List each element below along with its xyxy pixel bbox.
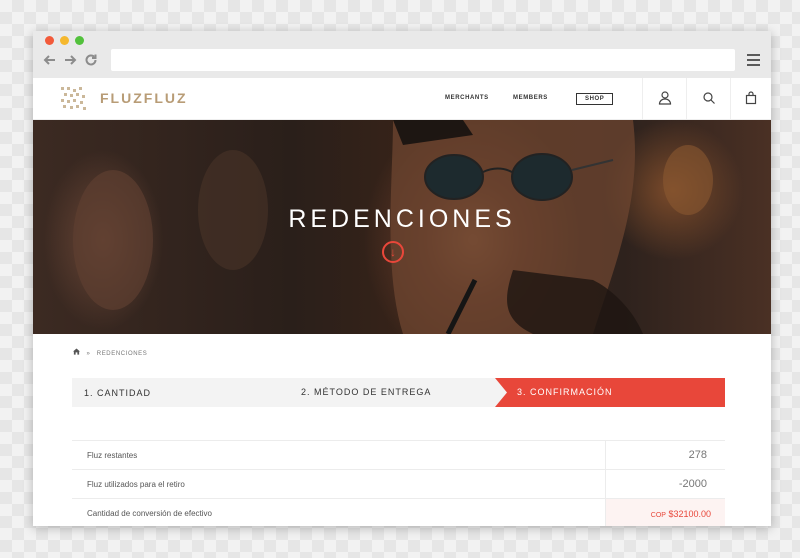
site-header: FLUZFLUZ MERCHANTS MEMBERS SHOP: [33, 78, 771, 120]
arrow-down-circle-icon[interactable]: ↓: [382, 241, 404, 263]
row-label: Fluz utilizados para el retiro: [87, 480, 185, 489]
user-icon[interactable]: [657, 90, 673, 106]
table-row: Fluz utilizados para el retiro -2000: [72, 469, 725, 498]
logo-icon[interactable]: [61, 87, 87, 112]
nav-shop-button[interactable]: SHOP: [576, 93, 614, 105]
header-divider: [642, 78, 643, 120]
hero-banner: REDENCIONES ↓: [33, 120, 771, 334]
nav-merchants-link[interactable]: MERCHANTS: [445, 95, 489, 101]
checkout-steps: 1. CANTIDAD 2. MÉTODO DE ENTREGA 3. CONF…: [72, 378, 725, 407]
reload-icon[interactable]: [83, 52, 99, 68]
row-value: -2000: [678, 478, 707, 490]
close-window-dot[interactable]: [45, 36, 54, 45]
step-cantidad[interactable]: 1. CANTIDAD: [84, 388, 151, 398]
browser-chrome: [33, 31, 771, 78]
forward-arrow-icon[interactable]: [62, 52, 78, 68]
row-value: COP $32100.00: [651, 509, 711, 519]
search-icon[interactable]: [701, 90, 717, 106]
logo-text[interactable]: FLUZFLUZ: [100, 90, 188, 106]
back-arrow-icon[interactable]: [42, 52, 58, 68]
shopping-bag-icon[interactable]: [743, 90, 759, 106]
currency-code: COP: [650, 512, 666, 519]
breadcrumb: » REDENCIONES: [73, 348, 147, 357]
step-confirmacion[interactable]: 3. CONFIRMACIÓN: [517, 387, 613, 397]
breadcrumb-current: REDENCIONES: [96, 351, 148, 357]
table-row: Fluz restantes 278: [72, 440, 725, 469]
row-value: 278: [688, 449, 707, 461]
hamburger-menu-icon[interactable]: [747, 54, 760, 66]
table-row: Cantidad de conversión de efectivo COP $…: [72, 498, 725, 526]
nav-members-link[interactable]: MEMBERS: [513, 95, 548, 101]
row-value-cell: COP $32100.00: [605, 499, 725, 526]
browser-window: FLUZFLUZ MERCHANTS MEMBERS SHOP REDENCIO…: [33, 31, 771, 526]
row-label: Fluz restantes: [87, 451, 138, 460]
row-value-cell: 278: [605, 441, 725, 469]
maximize-window-dot[interactable]: [75, 36, 84, 45]
address-bar[interactable]: [111, 49, 735, 71]
summary-table: Fluz restantes 278 Fluz utilizados para …: [72, 440, 725, 526]
row-label: Cantidad de conversión de efectivo: [87, 509, 212, 518]
header-divider: [686, 78, 687, 120]
home-icon[interactable]: [73, 348, 83, 357]
hero-title: REDENCIONES: [288, 205, 516, 233]
step-metodo-de-entrega[interactable]: 2. MÉTODO DE ENTREGA: [301, 387, 431, 397]
conversion-amount: $32100.00: [668, 509, 711, 519]
minimize-window-dot[interactable]: [60, 36, 69, 45]
row-value-cell: -2000: [605, 470, 725, 498]
header-divider: [730, 78, 731, 120]
breadcrumb-separator: »: [86, 351, 91, 357]
